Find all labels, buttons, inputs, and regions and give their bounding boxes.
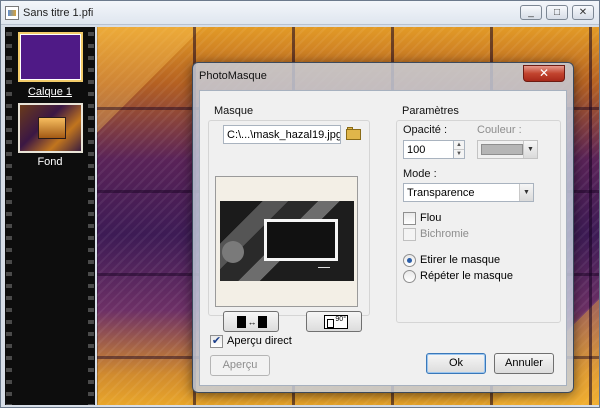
- photomasque-dialog: PhotoMasque ✕ Masque C:\...\mask_hazal19…: [192, 62, 574, 393]
- parametres-group-label: Paramètres: [402, 105, 459, 117]
- film-perforation-left: [6, 27, 12, 405]
- apercu-button: Aperçu: [210, 355, 270, 376]
- etirer-radio-button[interactable]: [403, 254, 416, 267]
- swap-mask-button[interactable]: ↔: [223, 311, 279, 332]
- repeter-label[interactable]: Répéter le masque: [420, 270, 513, 283]
- annuler-button[interactable]: Annuler: [494, 353, 554, 374]
- mask-file-path-field[interactable]: C:\...\mask_hazal19.jpg: [223, 125, 341, 144]
- opacity-label: Opacité :: [403, 124, 448, 136]
- couleur-label: Couleur :: [477, 124, 522, 136]
- bichromie-checkbox: Bichromie: [403, 228, 523, 242]
- dialog-body: Masque C:\...\mask_hazal19.jpg ↔ 90° Par…: [199, 90, 567, 386]
- opacity-input[interactable]: 100: [403, 140, 454, 159]
- minimize-button[interactable]: _: [520, 5, 542, 20]
- preview-circle-shape: [222, 241, 244, 263]
- layer-thumbnail-fond[interactable]: [18, 103, 83, 153]
- mode-select[interactable]: Transparence ▼: [403, 183, 534, 202]
- couleur-select: ▼: [477, 140, 538, 159]
- flou-checkbox-box[interactable]: [403, 212, 416, 225]
- document-close-button[interactable]: ✕: [572, 5, 594, 20]
- opacity-stepper[interactable]: ▲ ▼: [454, 140, 465, 159]
- document-app-icon: [5, 6, 19, 20]
- bichromie-label: Bichromie: [420, 228, 469, 240]
- rotate-mask-button[interactable]: 90°: [306, 311, 362, 332]
- stepper-down-icon[interactable]: ▼: [454, 150, 464, 159]
- couleur-swatch: [481, 144, 523, 155]
- layers-panel: Calque 1 Fond: [5, 27, 95, 405]
- mode-label: Mode :: [403, 168, 437, 180]
- repeter-radio[interactable]: Répéter le masque: [403, 270, 553, 284]
- flou-label[interactable]: Flou: [420, 212, 441, 225]
- ok-button[interactable]: Ok: [426, 353, 486, 374]
- preview-frame-shape: [264, 219, 338, 261]
- dialog-title: PhotoMasque: [199, 70, 267, 82]
- etirer-label[interactable]: Etirer le masque: [420, 254, 500, 267]
- folder-open-icon[interactable]: [346, 127, 362, 141]
- document-titlebar[interactable]: Sans titre 1.pfi _ □ ✕: [1, 1, 599, 25]
- repeter-radio-button[interactable]: [403, 270, 416, 283]
- document-title: Sans titre 1.pfi: [23, 7, 94, 19]
- preview-dash-shape: [318, 267, 330, 268]
- layer-label-fond[interactable]: Fond: [5, 156, 95, 168]
- chevron-down-icon[interactable]: ▼: [519, 184, 533, 201]
- swap-icon: ↔: [237, 316, 267, 328]
- masque-group: C:\...\mask_hazal19.jpg ↔ 90°: [208, 120, 370, 332]
- dialog-close-button[interactable]: ✕: [523, 65, 565, 82]
- apercu-direct-checkbox-box[interactable]: ✔: [210, 335, 223, 348]
- etirer-radio[interactable]: Etirer le masque: [403, 254, 553, 268]
- bichromie-checkbox-box: [403, 228, 416, 241]
- film-perforation-right: [88, 27, 94, 405]
- mask-preview: [215, 176, 358, 307]
- flou-checkbox[interactable]: Flou: [403, 212, 523, 226]
- chevron-down-icon: ▼: [523, 141, 537, 158]
- apercu-direct-checkbox[interactable]: ✔ Aperçu direct: [210, 335, 330, 349]
- apercu-direct-label[interactable]: Aperçu direct: [227, 335, 292, 348]
- stepper-up-icon[interactable]: ▲: [454, 141, 464, 150]
- layer-thumbnail-calque[interactable]: [18, 32, 83, 82]
- parametres-group: Opacité : Couleur : 100 ▲ ▼ ▼ Mode : Tran…: [396, 120, 561, 323]
- layer-label-calque[interactable]: Calque 1: [5, 86, 95, 98]
- masque-group-label: Masque: [214, 105, 254, 117]
- mode-select-value: Transparence: [407, 187, 475, 199]
- mask-preview-image: [220, 201, 354, 281]
- rotate-icon: 90°: [324, 315, 348, 329]
- maximize-button[interactable]: □: [546, 5, 568, 20]
